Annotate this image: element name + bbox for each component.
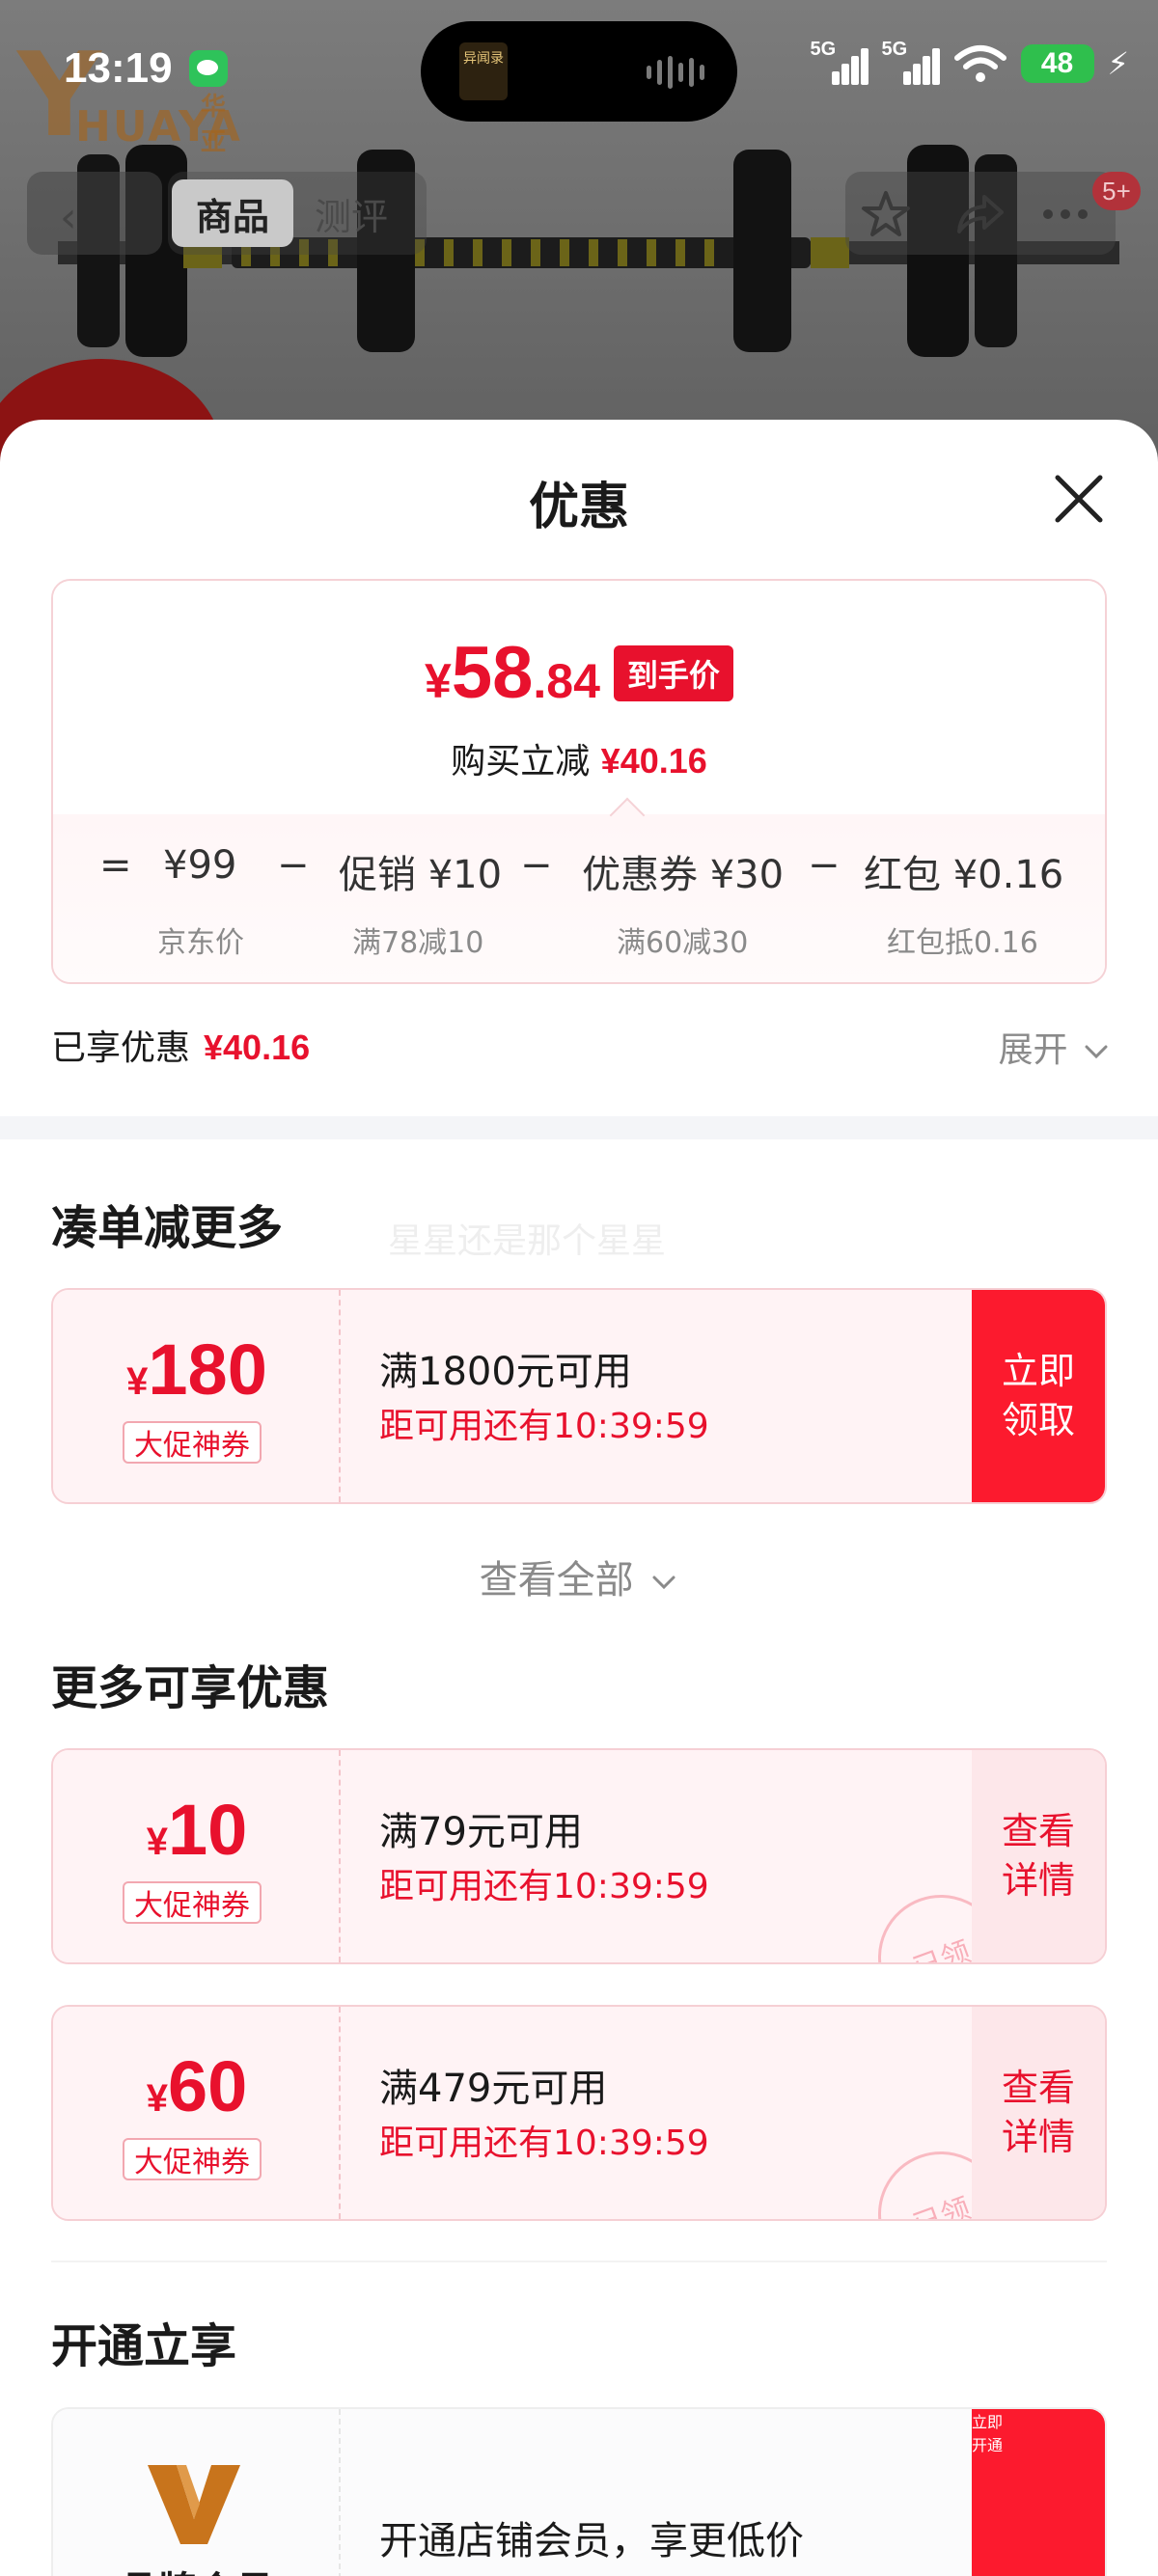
coupon-value: 10 <box>167 1790 248 1870</box>
coupon-value: 60 <box>167 2046 248 2126</box>
formula-op: − <box>808 843 841 888</box>
coupon-value: 180 <box>148 1329 267 1410</box>
coupon-condition: 满1800元可用 <box>379 1350 632 1394</box>
formula-desc: 满78减10 <box>352 926 484 960</box>
coupon-amount: ¥180 <box>53 1329 341 1411</box>
formula-desc: 京东价 <box>157 926 244 960</box>
coupon-amount: ¥60 <box>53 2045 341 2127</box>
formula-value: 红包 ¥0.16 <box>864 853 1064 897</box>
formula-value: 优惠券 ¥30 <box>582 853 785 897</box>
product-tabs: 商品 测评 <box>168 172 427 255</box>
formula-desc: 满60减30 <box>617 926 749 960</box>
final-price-integer: 58 <box>451 632 534 714</box>
instant-discount-amount: ¥40.16 <box>600 741 707 781</box>
status-bar: 13:19 异闻录 5G 5G 48 ⚡ <box>0 0 1158 135</box>
formula-op: − <box>277 843 310 888</box>
formula-value: 促销 ¥10 <box>339 853 503 897</box>
tab-review[interactable]: 测评 <box>315 179 388 247</box>
coupon-card: ¥10 大促神券 满79元可用 距可用还有10:39:59 已领 查看 详情 <box>51 1748 1107 1964</box>
section-title-combine: 凑单减更多 <box>51 1201 284 1255</box>
star-icon[interactable] <box>859 187 913 241</box>
final-price-area: ¥ 58 .84 到手价 购买立减 ¥40.16 <box>53 581 1105 814</box>
charging-icon: ⚡ <box>1107 45 1129 82</box>
price-breakdown-card: ¥ 58 .84 到手价 购买立减 ¥40.16 = ¥99 − 促销 ¥10 … <box>51 579 1107 984</box>
final-price-decimal: .84 <box>533 654 600 708</box>
coupon-card: ¥60 大促神券 满479元可用 距可用还有10:39:59 已领 查看 详情 <box>51 2005 1107 2221</box>
coupon-condition: 满479元可用 <box>379 2067 608 2111</box>
sheet-title: 优惠 <box>528 479 629 536</box>
chevron-left-icon: ‹ <box>60 193 77 242</box>
enjoyed-discount: 已享优惠 ¥40.16 <box>51 1020 310 1070</box>
claim-coupon-button[interactable]: 立即 领取 <box>972 1290 1105 1502</box>
member-title: 品牌会员 <box>53 2560 341 2576</box>
instant-discount: 购买立减 ¥40.16 <box>53 733 1105 783</box>
brand-member-logo-icon <box>148 2465 240 2544</box>
formula-value: ¥99 <box>163 843 237 888</box>
enjoyed-label: 已享优惠 <box>51 1028 191 1068</box>
coupon-amount: ¥10 <box>53 1789 341 1871</box>
discount-sheet: 优惠 ¥ 58 .84 到手价 购买立减 ¥40.16 = ¥99 − 促销 ¥… <box>0 420 1158 2576</box>
cellular-signal-icon-2: 5G <box>882 39 940 85</box>
coupon-type-label: 大促神券 <box>123 1881 262 1924</box>
tab-goods[interactable]: 商品 <box>172 179 293 247</box>
coupon-currency: ¥ <box>146 1821 168 1863</box>
dynamic-island[interactable]: 异闻录 <box>421 21 737 122</box>
audio-wave-icon <box>647 56 704 89</box>
coupon-type-label: 大促神券 <box>123 1421 262 1464</box>
notification-badge: 5+ <box>1092 172 1141 210</box>
formula-desc: 红包抵0.16 <box>887 926 1038 960</box>
more-icon[interactable] <box>1038 187 1092 241</box>
expand-button[interactable]: 展开 <box>999 1022 1110 1072</box>
coupon-value-area: ¥60 大促神券 <box>53 2007 341 2219</box>
coupon-value-area: ¥180 大促神券 <box>53 1290 341 1502</box>
battery-level: 48 <box>1020 44 1094 83</box>
coupon-currency: ¥ <box>126 1360 149 1403</box>
section-title-open: 开通立享 <box>51 2319 237 2373</box>
final-price: ¥ 58 .84 到手价 <box>53 631 1105 715</box>
nav-actions <box>845 172 1116 255</box>
status-indicators: 5G 5G 48 ⚡ <box>811 39 1129 85</box>
coupon-type-label: 大促神券 <box>123 2138 262 2180</box>
chevron-down-icon <box>652 1576 676 1590</box>
member-description: 开通店铺会员，享更低价 <box>379 2519 804 2563</box>
back-button[interactable]: ‹ <box>27 172 162 255</box>
section-title-more: 更多可享优惠 <box>51 1661 330 1715</box>
status-time: 13:19 <box>64 44 173 92</box>
member-card: 品牌会员 开通店铺会员，享更低价 立即开通 <box>51 2407 1107 2576</box>
price-formula: = ¥99 − 促销 ¥10 − 优惠券 ¥30 − 红包 ¥0.16 京东价 … <box>53 814 1105 982</box>
coupon-countdown: 距可用还有10:39:59 <box>379 1867 709 1906</box>
expand-label: 展开 <box>998 1030 1068 1070</box>
formula-op: − <box>520 843 553 888</box>
formula-values: = ¥99 − 促销 ¥10 − 优惠券 ¥30 − 红包 ¥0.16 <box>53 843 1105 901</box>
coupon-currency: ¥ <box>146 2077 168 2120</box>
coupon-value-area: ¥10 大促神券 <box>53 1750 341 1962</box>
open-membership-button[interactable]: 立即 开通 <box>972 2409 1105 2576</box>
wechat-icon <box>189 50 228 87</box>
wifi-icon <box>953 45 1006 82</box>
chevron-down-icon <box>1085 1045 1108 1059</box>
coupon-card: ¥180 大促神券 满1800元可用 距可用还有10:39:59 立即 领取 <box>51 1288 1107 1504</box>
view-all-label: 查看全部 <box>479 1558 634 1603</box>
coupon-countdown: 距可用还有10:39:59 <box>379 2124 709 2163</box>
instant-discount-label: 购买立减 <box>451 742 591 781</box>
user-watermark: 星星还是那个星星 <box>388 1221 667 1261</box>
section-divider-thin <box>51 2261 1107 2262</box>
close-icon[interactable] <box>1048 468 1110 530</box>
coupon-countdown: 距可用还有10:39:59 <box>379 1407 709 1446</box>
share-icon[interactable] <box>951 187 1006 241</box>
cellular-signal-icon-1: 5G <box>811 39 868 85</box>
final-price-tag: 到手价 <box>613 645 733 701</box>
enjoyed-amount: ¥40.16 <box>204 1028 311 1067</box>
member-logo-area: 品牌会员 <box>53 2409 341 2576</box>
final-price-currency: ¥ <box>425 654 452 708</box>
view-all-button[interactable]: 查看全部 <box>0 1548 1158 1604</box>
view-details-button[interactable]: 查看 详情 <box>972 1750 1105 1962</box>
formula-op: = <box>99 843 132 888</box>
section-divider <box>0 1116 1158 1139</box>
coupon-condition: 满79元可用 <box>379 1810 583 1854</box>
album-cover: 异闻录 <box>459 42 508 100</box>
view-details-button[interactable]: 查看 详情 <box>972 2007 1105 2219</box>
